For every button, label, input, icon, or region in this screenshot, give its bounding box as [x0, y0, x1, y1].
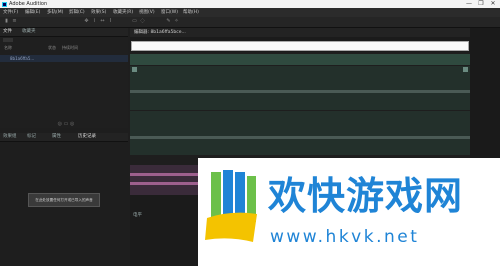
tab-history[interactable]: 历史记录	[78, 134, 96, 140]
waveform-left	[130, 90, 470, 93]
marker-start-icon[interactable]	[132, 67, 137, 72]
menu-help[interactable]: 帮助(H)	[183, 9, 199, 16]
column-duration[interactable]: 持续时间	[62, 45, 78, 51]
marquee-icon[interactable]: ▭	[132, 19, 137, 24]
panel-footer-icons[interactable]: ◎ ▭ ◎	[56, 122, 76, 127]
file-name: 8b1a6ffa5...	[10, 55, 35, 61]
levels-panel: 电平	[130, 195, 200, 266]
time-ruler[interactable]	[130, 54, 470, 65]
menu-window[interactable]: 窗口(W)	[161, 9, 178, 16]
column-status[interactable]: 状态	[48, 45, 56, 51]
menu-favorites[interactable]: 收藏夹(R)	[113, 9, 133, 16]
window-title: Adobe Audition	[9, 1, 48, 7]
title-bar: Adobe Audition — ❐ ✕	[0, 0, 500, 8]
column-name[interactable]: 名称	[4, 45, 12, 51]
clip-thumbnail	[130, 165, 200, 195]
audition-app-icon	[2, 1, 7, 7]
channel-left[interactable]	[130, 66, 470, 110]
multitrack-view-icon[interactable]: ≡	[12, 19, 17, 24]
tab-markers[interactable]: 标记	[27, 134, 36, 140]
menu-multitrack[interactable]: 多轨(M)	[47, 9, 63, 16]
tab-files[interactable]: 文件	[3, 29, 12, 35]
files-toolbar-icon[interactable]	[3, 38, 13, 42]
maximize-button[interactable]: ❐	[475, 0, 487, 8]
close-button[interactable]: ✕	[487, 0, 499, 8]
brand-logo-icon	[205, 170, 257, 242]
clip-wave-stripe	[130, 173, 200, 176]
menu-file[interactable]: 文件(F)	[3, 9, 18, 16]
brand-url: www.hkvk.net	[270, 227, 420, 247]
drop-hint: 在此处放置任何打开或已导入的声音	[28, 193, 100, 207]
menu-bar: 文件(F) 编辑(E) 多轨(M) 剪辑(C) 效果(S) 收藏夹(R) 视图(…	[0, 8, 500, 17]
levels-label: 电平	[133, 213, 142, 218]
spot-heal-icon[interactable]: ✧	[174, 19, 179, 24]
marker-end-icon[interactable]	[463, 67, 468, 72]
menu-effects[interactable]: 效果(S)	[91, 9, 106, 16]
time-selection-icon[interactable]: I	[108, 19, 113, 24]
slip-tool-icon[interactable]: ↔	[100, 19, 105, 24]
brush-icon[interactable]: ✎	[166, 19, 171, 24]
lasso-icon[interactable]: ◌	[140, 19, 145, 24]
channel-right[interactable]	[130, 111, 470, 155]
tab-favorites[interactable]: 收藏夹	[22, 29, 36, 35]
brand-name: 欢快游戏网	[268, 174, 464, 218]
toolbar: ▮ ≡ ✥ ⌇ ↔ I ▭ ◌ ✎ ✧	[0, 17, 500, 28]
menu-view[interactable]: 视图(V)	[139, 9, 155, 16]
razor-tool-icon[interactable]: ⌇	[92, 19, 97, 24]
files-panel-header: 文件 收藏夹	[0, 28, 128, 37]
menu-edit[interactable]: 编辑(E)	[25, 9, 40, 16]
amplitude-ruler	[470, 28, 500, 158]
menu-clip[interactable]: 剪辑(C)	[69, 9, 85, 16]
waveform-right	[130, 136, 470, 139]
files-column-header: 名称 状态 持续时间	[0, 45, 128, 52]
effects-panel-header: 效果组 标记 属性 历史记录	[0, 133, 128, 142]
tab-effects-rack[interactable]: 效果组	[3, 134, 17, 140]
file-row[interactable]: 8b1a6ffa5...	[0, 55, 128, 62]
waveform-view-icon[interactable]: ▮	[4, 19, 9, 24]
clip-wave-stripe	[130, 182, 200, 185]
editor-header: 编辑器: 8b1a6ffa5bce...	[130, 28, 470, 37]
move-tool-icon[interactable]: ✥	[84, 19, 89, 24]
editor-tab[interactable]: 编辑器: 8b1a6ffa5bce...	[134, 30, 186, 36]
minimize-button[interactable]: —	[463, 0, 475, 8]
waveform-overview[interactable]	[131, 41, 469, 51]
tab-properties[interactable]: 属性	[52, 134, 61, 140]
files-panel: 文件 收藏夹 名称 状态 持续时间 8b1a6ffa5... ◎ ▭ ◎	[0, 28, 128, 128]
